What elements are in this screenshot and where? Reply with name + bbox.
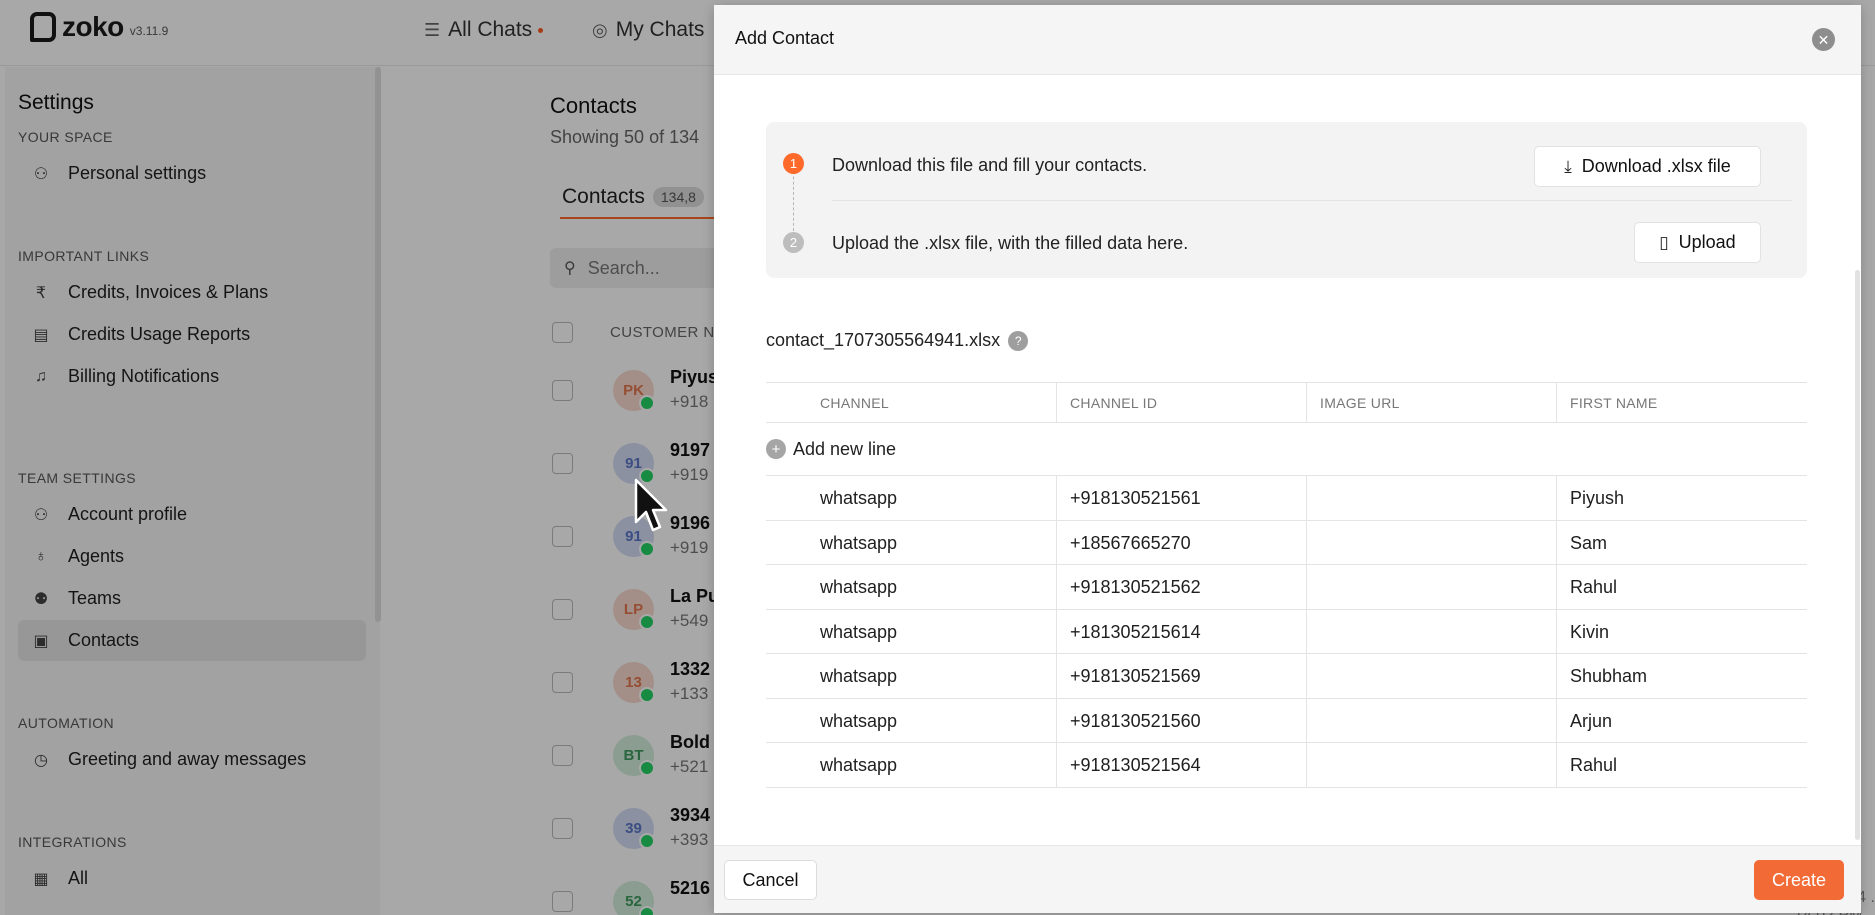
column-divider [1306,476,1307,520]
cell-image-url[interactable] [1308,699,1320,743]
table-row[interactable]: whatsapp +918130521569 Shubham [766,654,1807,699]
modal-scrollbar[interactable] [1855,270,1860,840]
cell-channel-id[interactable]: +918130521561 [1058,476,1201,520]
column-divider [1056,565,1057,609]
step-2-text: Upload the .xlsx file, with the filled d… [832,233,1189,253]
column-divider [1306,654,1307,698]
cell-channel[interactable]: whatsapp [808,743,897,787]
cell-first-name[interactable]: Arjun [1558,699,1612,743]
column-divider [1556,609,1557,654]
app-window: zoko v3.11.9 ☰ All Chats ◎ My Chats Sett… [0,0,1875,915]
cell-first-name[interactable]: Shubham [1558,654,1647,698]
modal-title: Add Contact [735,28,835,48]
step-1-badge: 1 [783,153,804,174]
plus-circle-icon: + [766,439,786,459]
cell-image-url[interactable] [1308,654,1320,698]
cell-channel-id[interactable]: +918130521560 [1058,699,1201,743]
download-xlsx-button[interactable]: ⤓ Download .xlsx file [1534,146,1761,187]
column-divider [1306,383,1307,423]
cell-first-name[interactable]: Rahul [1558,565,1617,609]
column-header-image-url: IMAGE URL [1320,395,1400,411]
column-divider [1306,565,1307,609]
cell-image-url[interactable] [1308,565,1320,609]
cell-channel-id[interactable]: +918130521564 [1058,743,1201,787]
cell-channel-id[interactable]: +18567665270 [1058,521,1191,565]
cancel-button[interactable]: Cancel [724,860,817,900]
table-row[interactable]: whatsapp +918130521564 Rahul [766,743,1807,788]
column-divider [1556,654,1557,698]
column-divider [1556,476,1557,520]
step-2-badge: 2 [783,232,804,253]
column-divider [1056,520,1057,565]
cell-first-name[interactable]: Sam [1558,521,1607,565]
uploaded-file-name: contact_1707305564941.xlsx [766,330,1001,350]
modal-header: Add Contact ✕ [714,5,1861,75]
cell-channel[interactable]: whatsapp [808,654,897,698]
table-row[interactable]: whatsapp +918130521560 Arjun [766,698,1807,743]
column-divider [1306,520,1307,565]
cell-channel-id[interactable]: +181305215614 [1058,610,1201,654]
cell-channel[interactable]: whatsapp [808,476,897,520]
create-button[interactable]: Create [1754,860,1844,900]
close-icon[interactable]: ✕ [1812,28,1835,51]
import-steps-panel: 1 Download this file and fill your conta… [766,122,1807,278]
column-divider [1056,743,1057,787]
column-divider [1306,609,1307,654]
step-divider [832,200,1792,201]
column-divider [1056,476,1057,520]
cell-first-name[interactable]: Rahul [1558,743,1617,787]
upload-button[interactable]: ▯ Upload [1634,222,1761,263]
help-icon[interactable]: ? [1008,330,1029,351]
cell-channel[interactable]: whatsapp [808,565,897,609]
table-row[interactable]: whatsapp +918130521562 Rahul [766,565,1807,610]
column-divider [1056,383,1057,423]
cell-image-url[interactable] [1308,610,1320,654]
download-button-label: Download .xlsx file [1581,156,1731,176]
download-icon: ⤓ [1564,156,1572,176]
column-divider [1556,520,1557,565]
add-new-line-label: Add new line [793,438,897,459]
cell-first-name[interactable]: Kivin [1558,610,1609,654]
column-divider [1556,565,1557,609]
add-contact-modal: Add Contact ✕ 1 Download this file and f… [714,5,1861,913]
step-1-text: Download this file and fill your contact… [832,155,1148,175]
cell-channel[interactable]: whatsapp [808,610,897,654]
cell-channel-id[interactable]: +918130521562 [1058,565,1201,609]
column-divider [1556,698,1557,743]
cell-first-name[interactable]: Piyush [1558,476,1624,520]
add-new-line-button[interactable]: + Add new line [766,423,1807,476]
column-divider [1306,743,1307,787]
table-row[interactable]: whatsapp +918130521561 Piyush [766,476,1807,521]
column-divider [1306,698,1307,743]
column-divider [1056,609,1057,654]
column-header-first-name: FIRST NAME [1570,395,1658,411]
table-row[interactable]: whatsapp +181305215614 Kivin [766,609,1807,654]
column-divider [1556,743,1557,787]
cell-image-url[interactable] [1308,743,1320,787]
mouse-cursor-icon [634,478,668,532]
column-header-channel-id: CHANNEL ID [1070,395,1158,411]
cell-image-url[interactable] [1308,476,1320,520]
column-divider [1556,383,1557,423]
cell-channel-id[interactable]: +918130521569 [1058,654,1201,698]
uploaded-file: contact_1707305564941.xlsx ? [766,330,1029,351]
cell-channel[interactable]: whatsapp [808,699,897,743]
table-header-row: CHANNEL CHANNEL ID IMAGE URL FIRST NAME [766,382,1807,423]
contacts-preview-table: CHANNEL CHANNEL ID IMAGE URL FIRST NAME … [766,382,1807,788]
cell-image-url[interactable] [1308,521,1320,565]
modal-footer: Cancel Create [714,845,1861,913]
cell-channel[interactable]: whatsapp [808,521,897,565]
column-divider [1056,654,1057,698]
table-row[interactable]: whatsapp +18567665270 Sam [766,520,1807,565]
column-divider [1056,698,1057,743]
file-icon: ▯ [1659,232,1669,252]
column-header-channel: CHANNEL [820,395,890,411]
preview-rows: whatsapp +918130521561 Piyush whatsapp +1856… [766,476,1807,788]
upload-button-label: Upload [1678,232,1736,252]
